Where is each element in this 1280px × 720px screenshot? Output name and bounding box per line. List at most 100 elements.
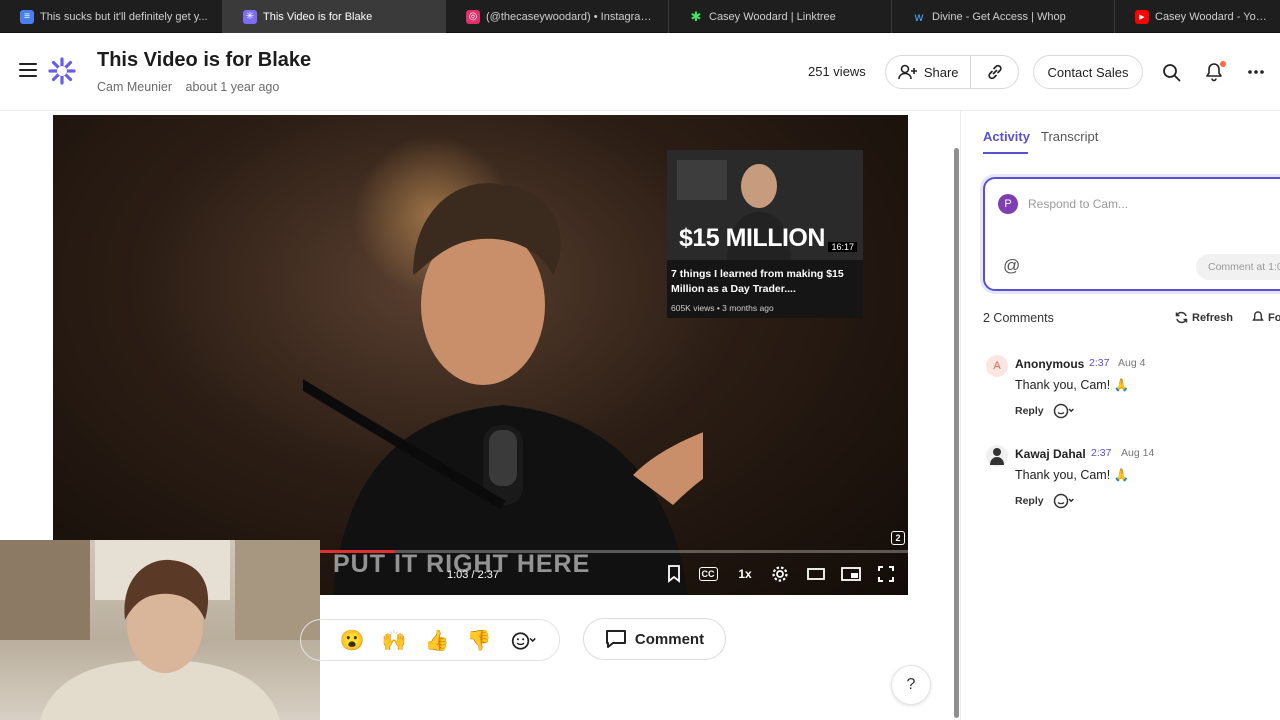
surprised-reaction-icon[interactable]: 😮 [339,628,365,653]
comment-item: Kawaj Dahal 2:37 Aug 14 Thank you, Cam! … [983,443,1280,513]
more-options-button[interactable] [1245,61,1267,83]
thumbs-up-reaction-icon[interactable]: 👍 [424,628,450,653]
loom-logo-icon[interactable] [48,57,76,85]
comment-timestamp[interactable]: 2:37 [1091,447,1111,459]
author-name[interactable]: Cam Meunier [97,80,172,94]
notification-dot [1220,61,1226,67]
comment-text: Thank you, Cam! 🙏 [1015,468,1130,482]
settings-icon[interactable] [769,564,791,584]
reply-input[interactable]: P Respond to Cam... @ Comment at 1:03 [983,177,1280,291]
notifications-button[interactable] [1203,61,1226,83]
browser-tab-instagram[interactable]: ◎ (@thecaseywoodard) • Instagram... [446,0,669,33]
help-button[interactable]: ? [891,665,931,705]
search-button[interactable] [1160,61,1182,83]
webcam-person [0,540,320,720]
tab-transcript[interactable]: Transcript [1041,129,1098,144]
suggestion-title: 7 things I learned from making $15 Milli… [671,268,844,295]
raised-hands-reaction-icon[interactable]: 🙌 [381,628,407,653]
badge-icon: 2 [891,531,905,545]
browser-tab-strip: ≡ This sucks but it'll definitely get y.… [0,0,1280,33]
miniplayer-icon[interactable] [840,564,862,584]
follow-label: Follow [1268,311,1280,324]
captions-button[interactable]: CC [697,564,719,584]
avatar [986,445,1008,467]
suggestion-meta: 605K views • 3 months ago [671,303,774,313]
avatar: A [986,355,1008,377]
tab-title: Casey Woodard - YouTube [1155,10,1270,23]
linktree-icon: ✱ [690,8,702,24]
time-display: 1:03 / 2:37 [447,569,499,581]
browser-tab-youtube[interactable]: ▶ Casey Woodard - YouTube [1115,0,1280,33]
share-button[interactable]: Share [886,56,972,88]
active-tab-indicator [983,152,1028,154]
page-header: This Video is for Blake Cam Meunier abou… [0,33,1280,111]
comment-date: Aug 4 [1118,357,1146,369]
tab-title: (@thecaseywoodard) • Instagram... [486,10,658,23]
webcam-overlay [0,540,320,720]
page-title: This Video is for Blake [97,49,312,71]
tab-title: Casey Woodard | Linktree [709,10,836,23]
comment-button[interactable]: Comment [583,618,726,660]
thumbnail-duration: 16:17 [828,242,857,252]
reply-placeholder: Respond to Cam... [1028,197,1129,211]
copy-link-button[interactable] [971,56,1018,88]
refresh-icon [1175,311,1188,324]
thumbnail-headline: $15 MILLION [679,224,825,252]
browser-tab-loom[interactable]: ✳ This Video is for Blake [223,0,446,33]
comments-count: 2 Comments [983,311,1054,325]
fullscreen-icon[interactable] [875,564,897,584]
view-count: 251 views [808,64,866,79]
comment-timestamp[interactable]: 2:37 [1089,357,1109,369]
presenter-figure [303,183,703,595]
menu-icon[interactable] [19,63,37,77]
reaction-bar: 😮 🙌 👍 👎 [300,619,560,661]
video-meta: Cam Meunier about 1 year ago [97,80,279,94]
comment-icon [605,630,626,648]
comment-author: Anonymous [1015,357,1085,371]
tab-activity[interactable]: Activity [983,129,1030,144]
thumbs-down-reaction-icon[interactable]: 👎 [466,628,492,653]
more-icon [1248,70,1264,74]
bookmark-icon[interactable] [663,564,685,584]
reply-button[interactable]: Reply [1015,495,1044,507]
comment-author: Kawaj Dahal [1015,447,1086,461]
tab-title: Divine - Get Access | Whop [932,10,1066,23]
share-label: Share [923,64,959,80]
add-user-icon [898,64,917,80]
scrollbar[interactable] [954,148,959,718]
comment-date: Aug 14 [1121,447,1155,459]
instagram-icon: ◎ [466,9,480,24]
add-reaction-icon[interactable] [1053,402,1075,420]
loom-icon: ✳ [243,9,257,24]
mention-icon[interactable]: @ [1003,256,1020,276]
refresh-label: Refresh [1192,311,1233,324]
docs-icon: ≡ [20,9,34,24]
comment-at-button[interactable]: Comment at 1:03 [1196,254,1280,280]
search-icon [1162,63,1180,81]
youtube-icon: ▶ [1135,9,1149,24]
tab-title: This sucks but it'll definitely get y... [40,10,208,23]
theater-mode-icon[interactable] [805,564,827,584]
contact-sales-button[interactable]: Contact Sales [1033,55,1143,89]
tab-title: This Video is for Blake [263,10,373,23]
video-age: about 1 year ago [185,80,280,94]
add-reaction-icon[interactable] [511,629,537,653]
playback-speed-button[interactable]: 1x [734,564,756,584]
suggestion-thumbnail: $15 MILLION 16:17 [667,150,863,260]
panel-divider [960,111,961,720]
video-player[interactable]: $15 MILLION 16:17 7 things I learned fro… [53,115,908,595]
youtube-suggestion-card[interactable]: $15 MILLION 16:17 7 things I learned fro… [667,150,863,318]
add-reaction-icon[interactable] [1053,492,1075,510]
cc-icon: CC [698,567,718,581]
link-icon [988,64,1002,80]
refresh-button[interactable]: Refresh [1175,311,1233,324]
share-group: Share [885,55,1019,89]
follow-button[interactable]: Follow [1252,311,1280,324]
browser-tab-docs[interactable]: ≡ This sucks but it'll definitely get y.… [0,0,223,33]
avatar: P [998,194,1018,214]
browser-tab-whop[interactable]: w Divine - Get Access | Whop [892,0,1115,33]
reply-button[interactable]: Reply [1015,405,1044,417]
browser-tab-linktree[interactable]: ✱ Casey Woodard | Linktree [669,0,892,33]
comment-text: Thank you, Cam! 🙏 [1015,378,1130,392]
bell-icon [1252,311,1264,321]
